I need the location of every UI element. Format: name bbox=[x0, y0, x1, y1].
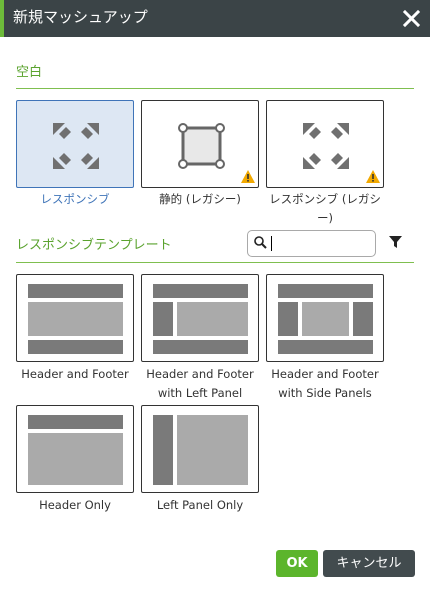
blank-tile-label: レスポンシブ bbox=[40, 192, 110, 206]
blank-tile-responsive-legacy[interactable] bbox=[266, 100, 384, 188]
move-arrows-icon bbox=[53, 123, 99, 169]
dialog-title: 新規マッシュアップ bbox=[13, 8, 148, 26]
template-tile-header-only[interactable] bbox=[16, 405, 134, 493]
template-tile-label-line2: with Left Panel bbox=[157, 386, 243, 400]
template-tile-header-footer[interactable] bbox=[16, 274, 134, 362]
layout-header-only-icon bbox=[28, 415, 123, 485]
blank-tile-label: レスポンシブ (レガシ bbox=[269, 192, 381, 206]
warning-icon bbox=[241, 170, 255, 183]
titlebar-accent bbox=[0, 0, 4, 37]
section-label-blank: 空白 bbox=[16, 65, 43, 80]
template-tile-label: Header Only bbox=[39, 498, 111, 512]
template-search-input[interactable] bbox=[247, 230, 376, 257]
section-divider bbox=[16, 88, 414, 89]
blank-tile-label: 静的 (レガシー) bbox=[159, 192, 241, 206]
layout-left-panel-icon bbox=[153, 284, 248, 354]
ok-button[interactable]: OK bbox=[276, 550, 318, 577]
search-icon bbox=[254, 236, 267, 249]
template-tile-header-footer-side-panels[interactable] bbox=[266, 274, 384, 362]
template-tile-label: Header and Footer bbox=[21, 367, 129, 381]
template-tile-label-line2: with Side Panels bbox=[278, 386, 372, 400]
template-tile-label: Header and Footer bbox=[271, 367, 379, 381]
close-icon[interactable] bbox=[401, 8, 422, 29]
layout-left-panel-only-icon bbox=[153, 415, 248, 485]
text-caret bbox=[271, 236, 272, 251]
section-label-responsive-templates: レスポンシブテンプレート bbox=[16, 238, 172, 253]
warning-icon bbox=[366, 170, 380, 183]
filter-icon[interactable] bbox=[389, 236, 402, 249]
blank-tile-label-line2: ー) bbox=[317, 211, 333, 225]
cancel-button[interactable]: キャンセル bbox=[323, 550, 415, 577]
blank-tile-static-legacy[interactable] bbox=[141, 100, 259, 188]
template-tile-label: Header and Footer bbox=[146, 367, 254, 381]
blank-tile-responsive[interactable] bbox=[16, 100, 134, 188]
dialog-titlebar: 新規マッシュアップ bbox=[0, 0, 430, 37]
template-tile-left-panel-only[interactable] bbox=[141, 405, 259, 493]
template-tile-header-footer-left-panel[interactable] bbox=[141, 274, 259, 362]
layout-side-panels-icon bbox=[278, 284, 373, 354]
template-tile-label: Left Panel Only bbox=[156, 498, 244, 512]
section-divider bbox=[16, 262, 414, 263]
layout-header-footer-icon bbox=[28, 284, 123, 354]
